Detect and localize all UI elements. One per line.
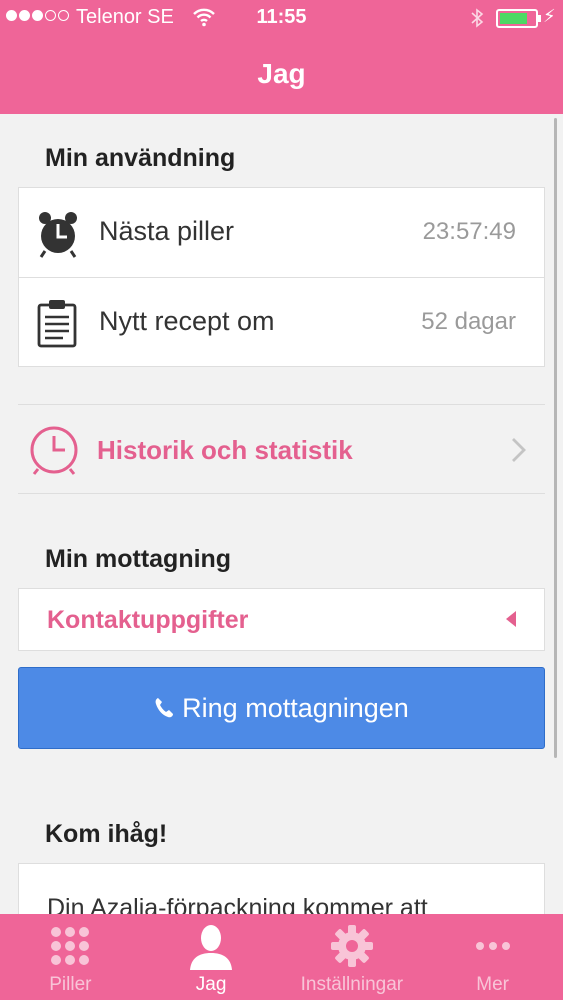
tab-mer-label: Mer [476,974,509,995]
person-icon [190,925,233,970]
battery-icon [496,9,538,28]
next-pill-row: Nästa piller 23:57:49 [19,188,544,277]
call-clinic-label: Ring mottagningen [182,692,409,723]
contact-details-label: Kontaktuppgifter [47,606,249,634]
call-clinic-button[interactable]: Ring mottagningen [18,667,545,749]
scrollbar[interactable] [554,118,557,758]
next-pill-countdown: 23:57:49 [422,218,516,245]
expand-triangle-icon [506,611,516,627]
tab-installningar[interactable]: Inställningar [282,914,423,1000]
usage-card: Nästa piller 23:57:49 Nytt recept om 52 … [18,187,545,367]
new-prescription-label: Nytt recept om [99,306,275,336]
tab-installningar-label: Inställningar [300,974,404,995]
pill-grid-icon [51,927,90,965]
clinic-section-title: Min mottagning [45,545,232,573]
charging-icon: ⚡ [543,6,556,26]
remember-text: Din Azalia-förpackning kommer att [47,894,428,914]
tab-mer[interactable]: Mer [422,914,563,1000]
tab-jag[interactable]: Jag [141,914,282,1000]
clipboard-icon [37,300,77,348]
phone-icon [155,698,174,718]
next-pill-label: Nästa piller [99,216,235,246]
remember-card: Din Azalia-förpackning kommer att [18,863,545,914]
battery-tip [538,15,541,22]
usage-section-title: Min användning [45,144,236,172]
history-statistics-link[interactable]: Historik och statistik [18,404,545,494]
alarm-clock-icon [39,212,77,258]
tab-jag-label: Jag [195,974,227,995]
gear-icon [330,925,373,967]
more-dots-icon [475,942,510,950]
clock-icon [30,426,78,475]
new-prescription-days: 52 dagar [421,308,516,335]
bluetooth-icon [471,8,484,28]
navigation-bar: Jag [0,36,563,114]
status-bar: Telenor SE 11:55 ⚡ [0,0,563,36]
new-prescription-row: Nytt recept om 52 dagar [19,277,544,366]
page-title: Jag [257,58,306,89]
remember-section-title: Kom ihåg! [45,820,168,848]
tab-bar: Piller Jag Inställningar Mer [0,914,563,1000]
main-content[interactable]: Min användning Nästa piller 23:57:49 Nyt… [0,114,563,914]
history-label: Historik och statistik [97,435,353,465]
chevron-right-icon [512,438,526,462]
tab-piller-label: Piller [49,974,92,995]
tab-piller[interactable]: Piller [0,914,141,1000]
contact-details-toggle[interactable]: Kontaktuppgifter [18,588,545,651]
